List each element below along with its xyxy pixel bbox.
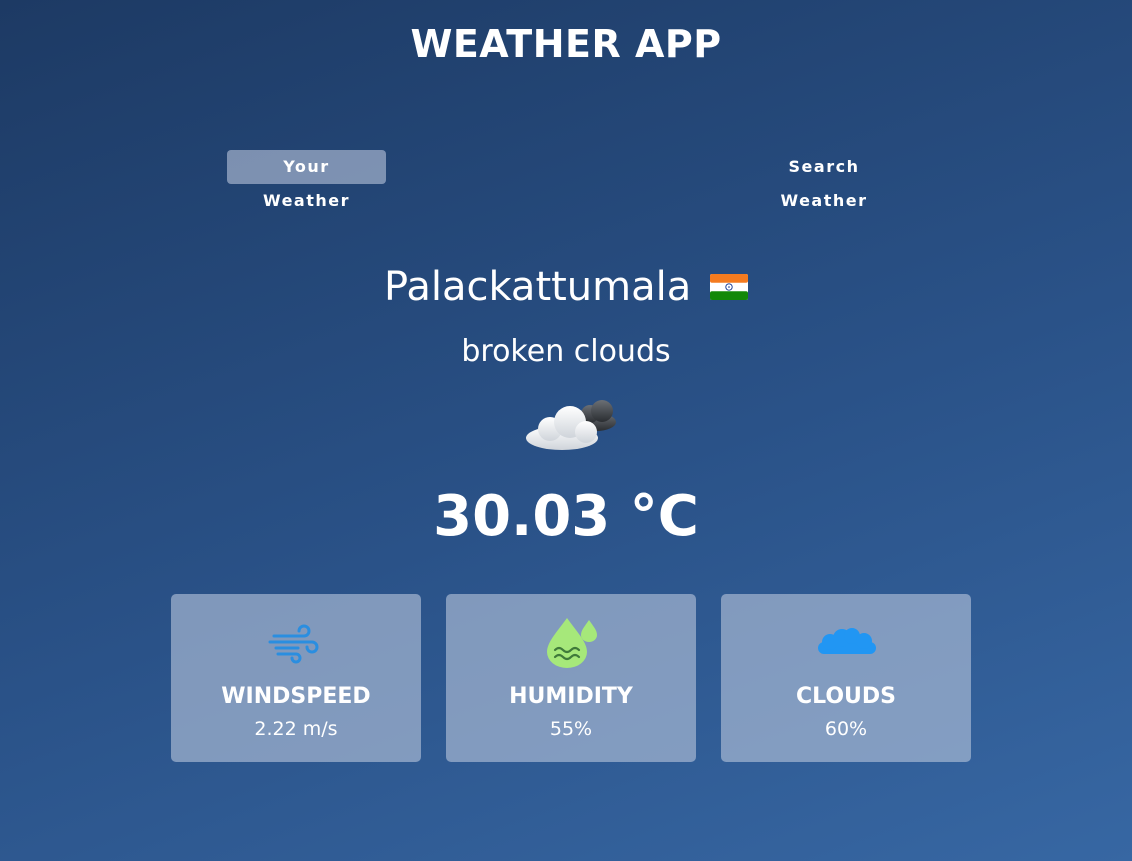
windspeed-label: WINDSPEED [221, 684, 371, 709]
india-flag-icon [709, 274, 748, 300]
humidity-card: HUMIDITY 55% [446, 594, 696, 762]
temperature-value: 30.03 °C [433, 484, 699, 549]
wind-icon [268, 624, 319, 664]
humidity-icon [547, 618, 597, 668]
humidity-value: 55% [549, 718, 593, 740]
weather-description: broken clouds [461, 334, 671, 369]
windspeed-value: 2.22 m/s [254, 718, 338, 740]
tab-search-weather[interactable]: Search Weather [734, 150, 914, 210]
app-title: WEATHER APP [410, 22, 722, 66]
humidity-label: HUMIDITY [509, 684, 633, 709]
clouds-card: CLOUDS 60% [721, 594, 971, 762]
clouds-value: 60% [824, 718, 868, 740]
tab-your-weather[interactable]: Your Weather [227, 150, 386, 210]
cloud-icon [818, 628, 876, 654]
location-heading: Palackattumala [0, 264, 1132, 310]
windspeed-card: WINDSPEED 2.22 m/s [171, 594, 421, 762]
clouds-label: CLOUDS [795, 684, 897, 709]
city-name: Palackattumala [384, 264, 692, 310]
broken-clouds-icon [526, 400, 616, 450]
